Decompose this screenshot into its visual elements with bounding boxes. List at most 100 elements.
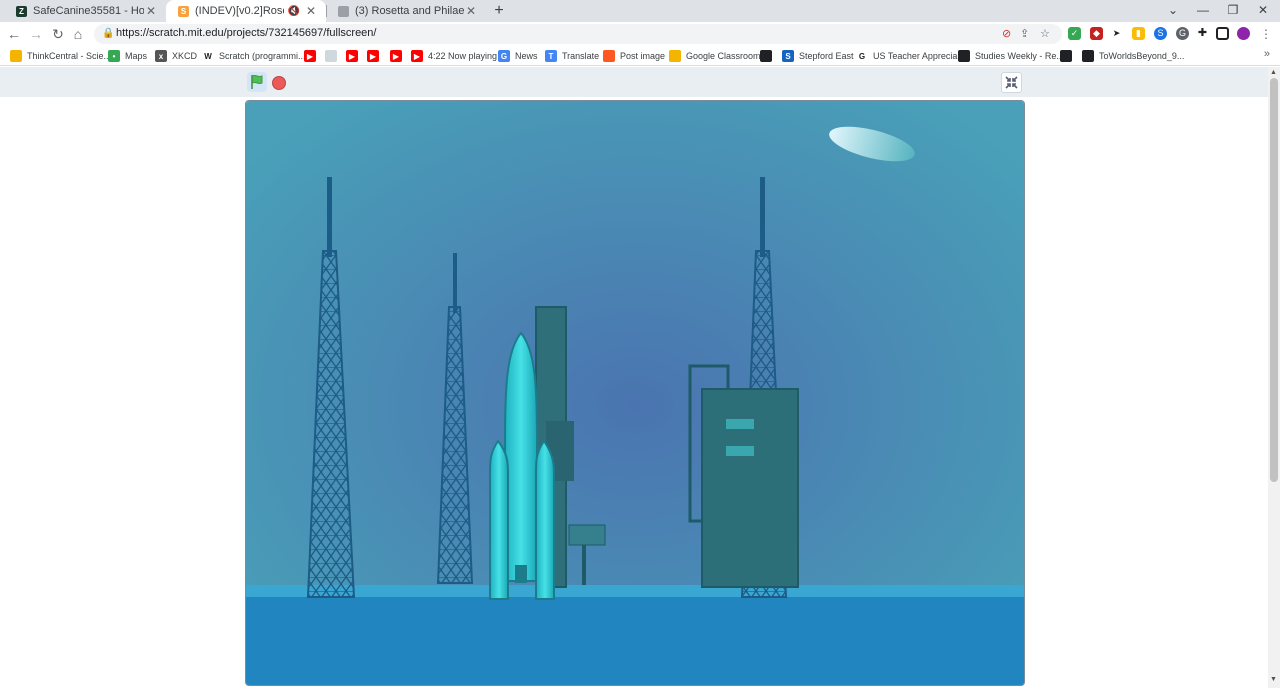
restore-button[interactable]: ❐ bbox=[1218, 0, 1248, 22]
bookmark-item[interactable]: ▶ bbox=[304, 49, 321, 63]
bookmark-label: Google Classroom bbox=[686, 51, 761, 61]
bookmark-item[interactable]: • Maps bbox=[108, 49, 147, 63]
scrollbar-thumb[interactable] bbox=[1270, 78, 1278, 482]
tab-rosetta-philae[interactable]: S (INDEV)[v0.2]Rosetta & Phila 🔇 ✕ bbox=[166, 0, 326, 22]
bookmark-item[interactable] bbox=[760, 49, 777, 63]
bookmark-label: Translate bbox=[562, 51, 600, 61]
bookmark-favicon-icon: ▶ bbox=[346, 50, 358, 62]
extension-blue-circle-icon[interactable]: S bbox=[1154, 27, 1167, 40]
zazzle-favicon-icon: Z bbox=[16, 5, 27, 17]
tab-close-icon[interactable]: ✕ bbox=[304, 4, 318, 18]
bookmark-favicon-icon bbox=[10, 50, 22, 62]
bookmark-label: Post image bbox=[620, 51, 666, 61]
bookmark-item[interactable]: ▶ bbox=[390, 49, 407, 63]
bookmark-favicon-icon bbox=[1060, 50, 1072, 62]
bookmark-favicon-icon: ▶ bbox=[390, 50, 402, 62]
bookmark-label: Maps bbox=[125, 51, 148, 61]
bookmark-favicon-icon: G bbox=[856, 50, 868, 62]
exit-fullscreen-button[interactable] bbox=[1001, 72, 1022, 93]
bookmark-favicon-icon bbox=[669, 50, 681, 62]
tab-close-icon[interactable]: ✕ bbox=[144, 4, 158, 18]
share-icon[interactable]: ⇪ bbox=[1020, 27, 1029, 40]
bookmark-item[interactable]: S Stepford East bbox=[782, 49, 854, 63]
bookmark-star-icon[interactable]: ☆ bbox=[1040, 27, 1050, 40]
forward-button[interactable]: → bbox=[26, 24, 46, 44]
tab-search-dropdown-icon[interactable]: ⌄ bbox=[1158, 0, 1188, 22]
green-flag-button[interactable] bbox=[247, 72, 267, 92]
extension-cursor-icon[interactable]: ➤ bbox=[1110, 27, 1123, 40]
page-favicon-icon bbox=[338, 5, 349, 17]
bookmark-favicon-icon bbox=[1082, 50, 1094, 62]
bookmark-label: Scratch (programmi... bbox=[219, 51, 306, 61]
close-window-button[interactable]: ✕ bbox=[1248, 0, 1278, 22]
bookmark-label: 4:22 Now playing bbox=[428, 51, 498, 61]
bookmark-item[interactable]: ToWorldsBeyond_9... bbox=[1082, 49, 1184, 63]
scratch-controls-bar bbox=[0, 67, 1268, 97]
bookmark-item[interactable]: ▶ 4:22 Now playing bbox=[411, 49, 497, 63]
minimize-button[interactable]: — bbox=[1188, 0, 1218, 22]
tab-strip: Z SafeCanine35581 - Hobbyist, Art ✕ S (I… bbox=[0, 0, 1280, 22]
bookmark-item[interactable]: ▶ bbox=[346, 49, 363, 63]
back-button[interactable]: ← bbox=[4, 24, 24, 44]
bookmark-favicon-icon bbox=[760, 50, 772, 62]
tab-close-icon[interactable]: ✕ bbox=[464, 4, 478, 18]
bookmark-favicon-icon: W bbox=[202, 50, 214, 62]
extension-check-icon[interactable]: ✓ bbox=[1068, 27, 1081, 40]
bookmark-label: Stepford East bbox=[799, 51, 854, 61]
tab-title: (3) Rosetta and Philae Alt Faces bbox=[355, 5, 464, 17]
bookmark-favicon-icon bbox=[603, 50, 615, 62]
bookmarks-bar: ThinkCentral - Scie... • Maps x XKCD W Scratch… bbox=[0, 46, 1280, 66]
bookmark-item[interactable]: G US Teacher Apprecia... bbox=[856, 49, 965, 63]
bookmark-favicon-icon: ▶ bbox=[411, 50, 423, 62]
reload-button[interactable]: ↻ bbox=[48, 24, 68, 44]
bookmark-item[interactable] bbox=[325, 49, 342, 63]
new-tab-button[interactable]: + bbox=[490, 2, 508, 20]
lock-icon[interactable]: 🔒 bbox=[102, 28, 114, 39]
muted-speaker-icon[interactable]: 🔇 bbox=[288, 6, 300, 17]
stop-button[interactable] bbox=[272, 76, 286, 90]
home-button[interactable]: ⌂ bbox=[68, 24, 88, 44]
bookmark-favicon-icon: T bbox=[545, 50, 557, 62]
bookmark-item[interactable] bbox=[1060, 49, 1077, 63]
scratch-favicon-icon: S bbox=[178, 5, 189, 17]
launch-pad-strip bbox=[246, 585, 1024, 597]
extension-grammar-icon[interactable]: G bbox=[1176, 27, 1189, 40]
bookmark-item[interactable]: ▶ bbox=[367, 49, 384, 63]
side-panel-icon[interactable] bbox=[1216, 27, 1229, 40]
bookmark-label: ThinkCentral - Scie... bbox=[27, 51, 112, 61]
bookmark-item[interactable]: Post image bbox=[603, 49, 665, 63]
bookmark-favicon-icon: • bbox=[108, 50, 120, 62]
tab-title: (INDEV)[v0.2]Rosetta & Phila bbox=[195, 5, 284, 17]
profile-avatar[interactable] bbox=[1237, 27, 1250, 40]
bookmark-favicon-icon bbox=[325, 50, 337, 62]
bookmark-item[interactable]: G News bbox=[498, 49, 538, 63]
url-text: https://scratch.mit.edu/projects/7321456… bbox=[116, 27, 377, 39]
extension-highlighter-icon[interactable]: ▮ bbox=[1132, 27, 1145, 40]
bookmark-label: Studies Weekly - Re... bbox=[975, 51, 1064, 61]
bookmark-label: News bbox=[515, 51, 538, 61]
address-bar[interactable]: 🔒 https://scratch.mit.edu/projects/73214… bbox=[94, 24, 1062, 44]
extensions-puzzle-icon[interactable]: ✚ bbox=[1196, 27, 1209, 40]
scroll-down-arrow-icon[interactable]: ▼ bbox=[1270, 676, 1277, 683]
camera-blocked-icon[interactable]: ⊘ bbox=[1002, 27, 1011, 40]
tab-safecanine[interactable]: Z SafeCanine35581 - Hobbyist, Art ✕ bbox=[4, 0, 166, 22]
bookmark-label: US Teacher Apprecia... bbox=[873, 51, 965, 61]
ground bbox=[246, 597, 1024, 685]
bookmark-item[interactable]: T Translate bbox=[545, 49, 599, 63]
browser-menu-icon[interactable]: ⋮ bbox=[1256, 24, 1276, 44]
tab-rosetta-alt-faces[interactable]: (3) Rosetta and Philae Alt Faces ✕ bbox=[326, 0, 486, 22]
bookmark-item[interactable]: Studies Weekly - Re... bbox=[958, 49, 1064, 63]
bookmark-item[interactable]: ThinkCentral - Scie... bbox=[10, 49, 111, 63]
bookmark-item[interactable]: Google Classroom bbox=[669, 49, 761, 63]
extension-shield-icon[interactable]: ◆ bbox=[1090, 27, 1103, 40]
bookmark-favicon-icon bbox=[958, 50, 970, 62]
scroll-up-arrow-icon[interactable]: ▲ bbox=[1270, 69, 1277, 76]
bookmarks-overflow-icon[interactable]: » bbox=[1264, 48, 1270, 60]
project-stage[interactable] bbox=[245, 100, 1025, 686]
bookmark-favicon-icon: ▶ bbox=[367, 50, 379, 62]
bookmark-item[interactable]: x XKCD bbox=[155, 49, 197, 63]
bookmark-item[interactable]: W Scratch (programmi... bbox=[202, 49, 306, 63]
bookmark-favicon-icon: G bbox=[498, 50, 510, 62]
stage-scene bbox=[246, 101, 1024, 685]
bookmark-label: ToWorldsBeyond_9... bbox=[1099, 51, 1185, 61]
